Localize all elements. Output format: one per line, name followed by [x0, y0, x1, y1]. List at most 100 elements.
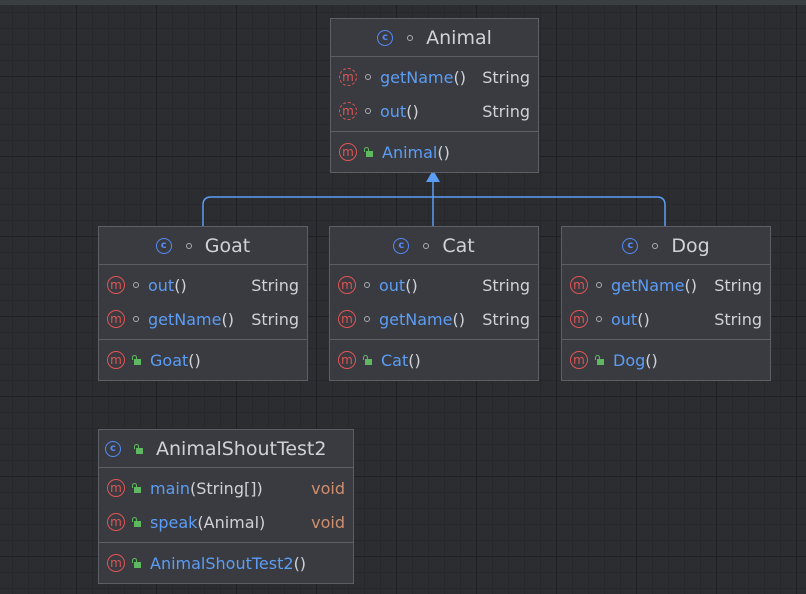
- method-name: out: [611, 309, 638, 329]
- method-icon: m: [570, 310, 588, 328]
- method-params: (): [174, 275, 187, 295]
- method-row[interactable]: m out() String: [562, 302, 770, 336]
- constructor-row[interactable]: m Dog(): [562, 343, 770, 377]
- public-lock-icon: [131, 355, 141, 365]
- constructors-section: m AnimalShoutTest2(): [99, 543, 353, 583]
- methods-section: m getName() String m out() String: [562, 265, 770, 340]
- package-private-icon: [364, 282, 370, 288]
- package-private-icon: [133, 316, 139, 322]
- method-icon: m: [338, 351, 356, 369]
- package-private-icon: [133, 282, 139, 288]
- constructors-section: m Goat (): [99, 340, 307, 380]
- class-node-animalshouttest2[interactable]: c AnimalShoutTest2 m main (String[]) void…: [98, 429, 354, 584]
- public-lock-icon: [362, 355, 372, 365]
- method-icon: m: [338, 276, 356, 294]
- method-name: getName: [148, 309, 222, 329]
- method-row[interactable]: m getName() String: [562, 268, 770, 302]
- return-type: String: [482, 67, 530, 87]
- package-private-icon: [423, 242, 430, 249]
- method-params: (): [452, 309, 465, 329]
- method-params: (): [453, 67, 466, 87]
- public-lock-icon: [131, 483, 141, 493]
- abstract-method-icon: m: [339, 102, 357, 120]
- constructor-name: Animal: [382, 142, 438, 162]
- method-icon: m: [107, 554, 125, 572]
- return-type: void: [311, 512, 345, 532]
- class-header: c Cat: [330, 227, 538, 265]
- method-icon: m: [107, 310, 125, 328]
- method-row[interactable]: m out() String: [330, 268, 538, 302]
- constructor-name: Dog: [613, 350, 646, 370]
- return-type: void: [311, 478, 345, 498]
- class-node-dog[interactable]: c Dog m getName() String m out() String …: [561, 226, 771, 381]
- constructor-params: (): [293, 553, 307, 573]
- method-name: main: [150, 478, 190, 498]
- constructor-row[interactable]: m AnimalShoutTest2(): [99, 546, 353, 580]
- method-icon: m: [107, 479, 125, 497]
- constructor-row[interactable]: m Animal(): [331, 135, 538, 169]
- method-row[interactable]: m out() String: [331, 94, 538, 128]
- method-icon: m: [339, 143, 357, 161]
- class-node-animal[interactable]: c Animal m getName() String m out() Stri…: [330, 18, 539, 173]
- return-type: String: [482, 309, 530, 329]
- method-row[interactable]: m getName() String: [331, 60, 538, 94]
- method-params: (): [684, 275, 697, 295]
- methods-section: m getName() String m out() String: [331, 57, 538, 132]
- method-row[interactable]: m speak (Animal) void: [99, 505, 353, 539]
- constructor-params: (): [408, 350, 421, 370]
- class-node-goat[interactable]: c Goat m out() String m getName() String…: [98, 226, 308, 381]
- package-private-icon: [596, 282, 602, 288]
- class-header: c Goat: [99, 227, 307, 265]
- method-row[interactable]: m getName() String: [330, 302, 538, 336]
- method-params: (): [637, 309, 650, 329]
- method-row[interactable]: m out() String: [99, 268, 307, 302]
- class-header: c Animal: [331, 19, 538, 57]
- return-type: String: [714, 309, 762, 329]
- package-private-icon: [652, 242, 659, 249]
- public-lock-icon: [131, 517, 141, 527]
- constructor-row[interactable]: m Goat (): [99, 343, 307, 377]
- constructor-params: (): [437, 142, 450, 162]
- class-name: Animal: [426, 26, 492, 49]
- class-icon: c: [105, 440, 121, 457]
- method-icon: m: [107, 513, 125, 531]
- class-icon: c: [377, 29, 394, 46]
- method-icon: m: [107, 276, 125, 294]
- method-icon: m: [570, 351, 588, 369]
- return-type: String: [251, 309, 299, 329]
- method-icon: m: [107, 351, 125, 369]
- method-name: getName: [379, 309, 453, 329]
- method-row[interactable]: m main (String[]) void: [99, 471, 353, 505]
- method-icon: m: [338, 310, 356, 328]
- constructor-params: (): [188, 350, 201, 370]
- class-icon: c: [393, 237, 410, 254]
- return-type: String: [482, 101, 530, 121]
- method-row[interactable]: m getName() String: [99, 302, 307, 336]
- method-name: out: [379, 275, 406, 295]
- method-name: getName: [611, 275, 685, 295]
- inheritance-edge-goat: [202, 196, 433, 226]
- package-private-icon: [365, 74, 371, 80]
- constructors-section: m Animal(): [331, 132, 538, 172]
- public-lock-icon: [133, 443, 143, 454]
- methods-section: m out() String m getName() String: [99, 265, 307, 340]
- class-name: Goat: [204, 234, 251, 257]
- public-lock-icon: [363, 147, 373, 157]
- constructor-row[interactable]: m Cat (): [330, 343, 538, 377]
- package-private-icon: [407, 34, 414, 41]
- return-type: String: [482, 275, 530, 295]
- class-name: Cat: [442, 234, 475, 257]
- package-private-icon: [185, 242, 192, 249]
- constructor-name: Cat: [381, 350, 409, 370]
- package-private-icon: [596, 316, 602, 322]
- method-name: speak: [150, 512, 198, 532]
- method-name: out: [148, 275, 175, 295]
- method-params: (): [405, 275, 418, 295]
- method-params: (String[]): [189, 478, 263, 498]
- class-node-cat[interactable]: c Cat m out() String m getName() String …: [329, 226, 539, 381]
- method-icon: m: [570, 276, 588, 294]
- return-type: String: [714, 275, 762, 295]
- package-private-icon: [365, 108, 371, 114]
- constructors-section: m Cat (): [330, 340, 538, 380]
- method-params: (Animal): [197, 512, 266, 532]
